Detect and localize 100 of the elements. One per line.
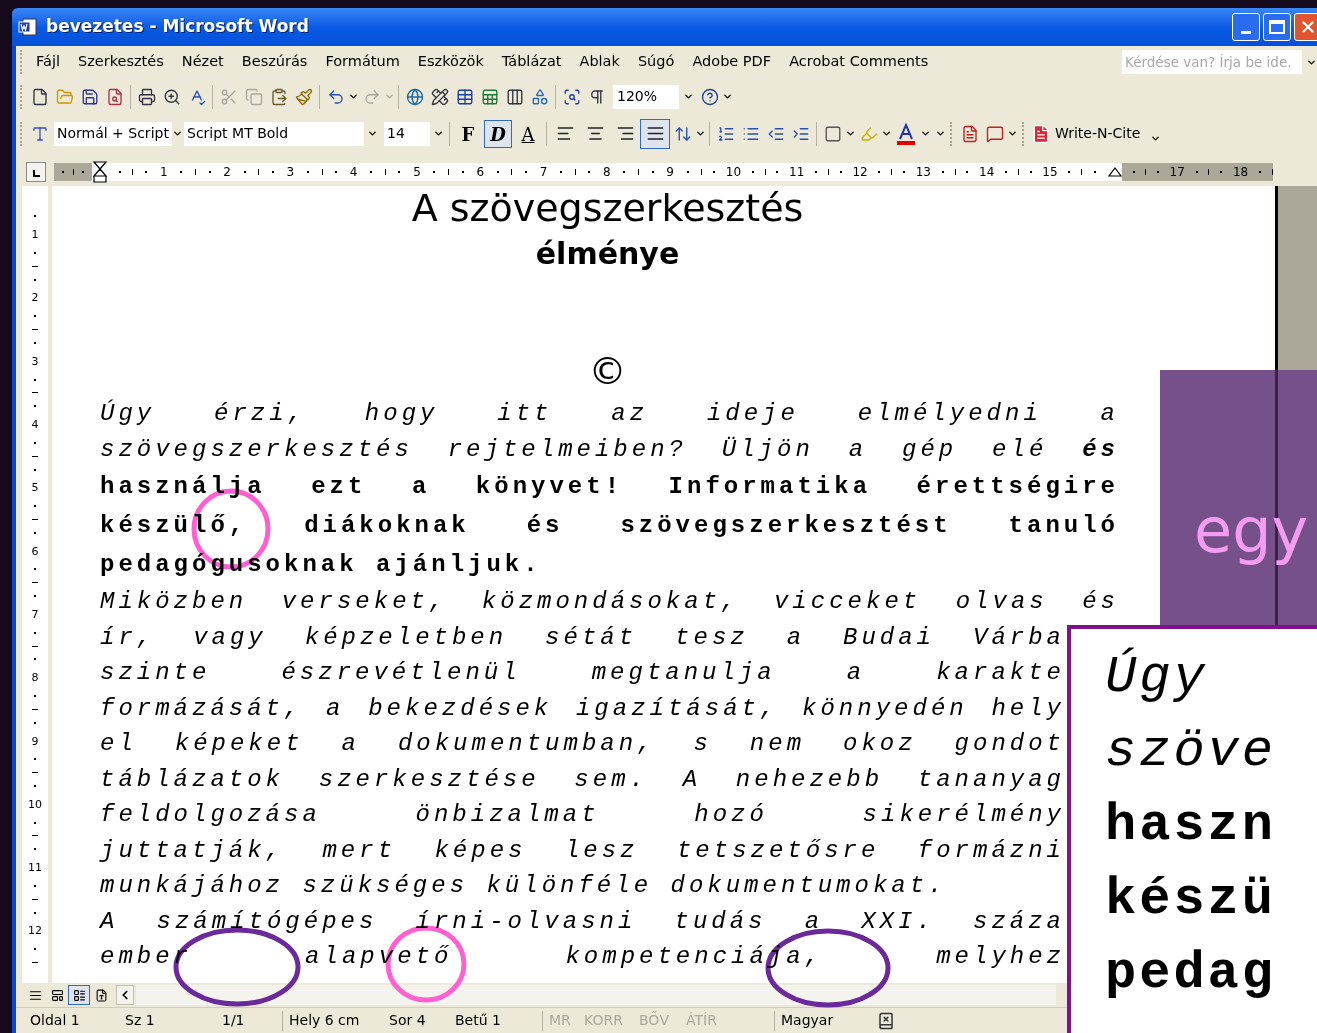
columns-icon[interactable] [505, 87, 524, 106]
border-icon[interactable] [823, 124, 842, 143]
caret-icon[interactable] [881, 128, 892, 139]
paragraph-line: formázását, a bekezdések igazítását, könnyedén hely [100, 693, 1065, 724]
menu-item[interactable]: Acrobat Comments [780, 51, 938, 73]
menu-item[interactable]: Szerkesztés [68, 51, 173, 73]
align-justify-icon[interactable] [645, 124, 665, 143]
minimize-button[interactable] [1232, 13, 1260, 41]
document-subtitle: élménye [535, 236, 680, 272]
status-item: Hely 6 cm [289, 1011, 361, 1030]
table-icon[interactable] [455, 87, 474, 106]
numbered-list-icon[interactable] [716, 124, 735, 143]
ruler-number: 8 [31, 672, 39, 684]
status-item: 1/1 [222, 1011, 246, 1030]
magnified-text: Úgy [1105, 646, 1209, 709]
format-button[interactable]: F [454, 119, 482, 148]
font-field[interactable]: Script MT Bold [184, 121, 380, 146]
ruler-number: 18 [1232, 166, 1249, 178]
ruler-number: 2 [31, 292, 39, 304]
paragraph-line: el képeket a dokumentumban, s nem okoz gondot [100, 729, 1065, 759]
zoom-field[interactable]: 120% [613, 84, 697, 109]
document-search-icon[interactable] [105, 87, 124, 106]
close-button[interactable] [1294, 13, 1317, 41]
ruler-number: 7 [31, 608, 39, 620]
paragraph-line: Úgy érzi, hogy itt az ideje elmélyedni a [100, 398, 1119, 429]
format-painter-icon[interactable] [294, 87, 313, 106]
pdf-comment-icon[interactable] [985, 124, 1004, 143]
style-field[interactable]: Normál + Script [54, 121, 180, 146]
help-icon[interactable] [700, 87, 719, 106]
write-n-cite-button[interactable]: Write-N-Cite [1029, 119, 1143, 148]
menu-item[interactable]: Fájl [27, 51, 69, 73]
ruler-number: 8 [603, 166, 611, 178]
caret-icon[interactable] [432, 128, 444, 139]
caret-icon[interactable] [1007, 128, 1018, 139]
paragraph-line: táblázatok szerkesztése sem. A nehezebb tananyag [100, 764, 1065, 795]
paragraph-line: pedagógusoknak ajánljuk. [100, 550, 543, 580]
ruler-number: 11 [789, 166, 805, 178]
overlay-text: egy [1194, 495, 1309, 566]
menu-item[interactable]: Súgó [628, 51, 684, 73]
line-spacing-icon[interactable] [673, 124, 692, 143]
caret-icon[interactable] [935, 128, 946, 139]
spelling-status-icon [877, 1011, 895, 1030]
paragraph-line: szinte észrevétlenül megtanulja a karakte [100, 658, 1065, 688]
scrollbar-track[interactable] [136, 985, 1056, 1005]
format-button[interactable]: D [484, 119, 512, 148]
menu-item[interactable]: Nézet [172, 51, 233, 73]
copyright-symbol: © [588, 351, 627, 391]
caret-icon[interactable] [366, 128, 378, 139]
globe-icon[interactable] [405, 87, 424, 106]
document-icon[interactable] [1031, 123, 1051, 144]
align-right-icon[interactable] [615, 124, 635, 143]
pdf-icon[interactable] [960, 124, 979, 143]
ruler-number: 4 [31, 419, 39, 430]
font-size-field[interactable]: 14 [384, 121, 446, 146]
caret-icon[interactable] [845, 128, 856, 139]
align-button[interactable] [640, 118, 670, 149]
status-item: Magyar [781, 1011, 835, 1030]
align-left-icon[interactable] [555, 124, 575, 143]
maximize-button[interactable] [1263, 13, 1291, 41]
caret-icon[interactable] [695, 128, 706, 139]
align-center-icon[interactable] [585, 124, 605, 143]
paragraph-line: feldolgozása önbizalmat hozó sikerélmény [100, 800, 1065, 830]
ruler-number: 1 [31, 229, 39, 241]
paste-icon[interactable] [269, 87, 288, 106]
right-indent-marker-icon[interactable] [1108, 167, 1123, 177]
paragraph-line: munkájához szükséges különféle dokumentumokat. [100, 871, 948, 901]
undo-icon[interactable] [326, 87, 345, 106]
menu-item[interactable]: Eszközök [408, 51, 493, 73]
styles-icon[interactable] [30, 124, 49, 143]
caret-icon[interactable] [682, 91, 694, 102]
format-button[interactable]: A [514, 119, 542, 148]
caret-icon[interactable] [171, 128, 183, 139]
indent-marker-icon[interactable] [92, 161, 108, 183]
font-color-icon[interactable] [894, 121, 918, 146]
new-document-icon[interactable] [30, 87, 49, 106]
ruler-number: 1 [159, 166, 168, 178]
printer-icon[interactable] [137, 87, 156, 106]
drawing-icon[interactable] [530, 87, 549, 106]
menu-item[interactable]: Táblázat [492, 51, 571, 73]
menu-item[interactable]: Beszúrás [232, 51, 317, 73]
status-item: Sz 1 [125, 1011, 156, 1030]
status-item: ÁTÍR [686, 1011, 718, 1030]
close-icon[interactable] [1299, 18, 1317, 36]
ruler-number: 14 [979, 166, 995, 178]
tab-selector[interactable] [26, 162, 46, 182]
menu-item[interactable]: Adobe PDF [683, 51, 781, 73]
paragraph-line: Miközben verseket, közmondásokat, vicceket olvas és [100, 587, 1119, 617]
save-icon[interactable] [80, 87, 99, 106]
spreadsheet-icon[interactable] [480, 87, 499, 106]
ruler-number: 10 [28, 798, 42, 810]
menu-item[interactable]: Formátum [316, 51, 409, 73]
caret-icon[interactable] [348, 91, 359, 102]
ruler-number: 5 [31, 482, 39, 494]
ruler-number: 9 [666, 166, 674, 178]
paragraph-line: ír, vagy képzeletben sétát tesz a Budai Várba [100, 622, 1065, 653]
caret-icon[interactable] [722, 91, 733, 102]
menu-item[interactable]: Ablak [570, 51, 629, 73]
caret-icon[interactable] [920, 128, 931, 139]
help-field[interactable]: Kérdése van? Írja be ide. [1122, 50, 1317, 74]
caret-icon[interactable] [1150, 133, 1162, 144]
